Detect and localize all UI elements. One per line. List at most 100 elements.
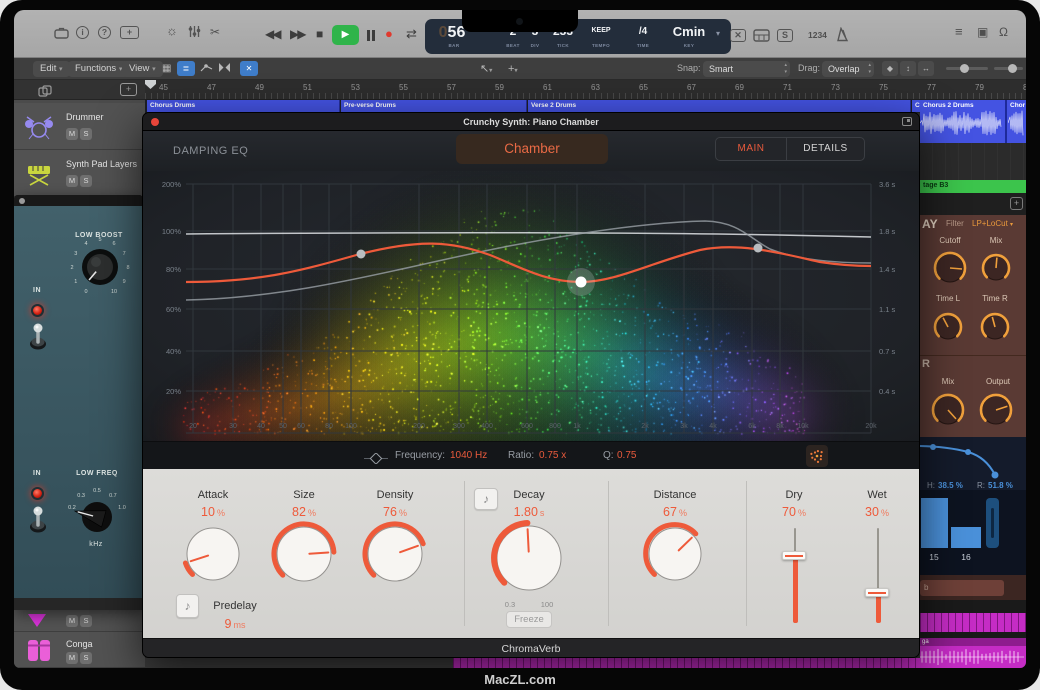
region-clip[interactable]: Chorus Drums: [147, 100, 340, 112]
size-value[interactable]: 82%: [264, 505, 344, 519]
region-chorus[interactable]: Chor: [1005, 100, 1026, 143]
region-clip[interactable]: Verse 2 Drums: [528, 100, 911, 112]
decay-knob[interactable]: [489, 518, 569, 603]
ruler-bar-number[interactable]: 57: [447, 83, 456, 92]
window-dot-icon[interactable]: [19, 198, 25, 204]
ruler-bar-number[interactable]: 67: [687, 83, 696, 92]
pointer-tool-icon[interactable]: ↖▾: [480, 62, 492, 78]
ruler-bar-number[interactable]: 71: [783, 83, 792, 92]
play-button[interactable]: ▶: [332, 25, 359, 45]
mute-button[interactable]: M: [66, 128, 78, 140]
step-bar[interactable]: [951, 527, 981, 548]
add-icon[interactable]: +: [1010, 197, 1023, 210]
ruler-bar-number[interactable]: 73: [831, 83, 840, 92]
low-boost-knob[interactable]: 012345678910: [65, 232, 135, 302]
decay-value[interactable]: 1.80s: [489, 505, 569, 519]
density-knob[interactable]: [360, 519, 430, 594]
attack-knob[interactable]: [179, 520, 247, 593]
freeze-button[interactable]: Freeze: [506, 611, 552, 628]
ruler-bar-number[interactable]: 75: [879, 83, 888, 92]
ruler-bar-number[interactable]: 47: [207, 83, 216, 92]
step-bar[interactable]: [921, 498, 948, 548]
reverb-visualizer[interactable]: 200%100%80%60%40%20%3.6 s1.8 s1.4 s1.1 s…: [143, 171, 920, 441]
vintage-eq-titlebar[interactable]: [14, 195, 143, 206]
grid-icon[interactable]: ▦: [162, 62, 171, 76]
loop-icon[interactable]: Ω: [999, 25, 1008, 39]
region-chorus2-drums[interactable]: Chorus 2 Drums Chor: [920, 100, 1026, 143]
solo-button[interactable]: S: [80, 652, 92, 664]
dial-icon[interactable]: ☼: [166, 24, 178, 38]
add-track-icon[interactable]: +: [120, 83, 137, 96]
zoom-slider-vertical[interactable]: [946, 67, 988, 70]
wet-slider-handle[interactable]: [865, 588, 889, 597]
ruler-bar-number[interactable]: 65: [639, 83, 648, 92]
predelay-value[interactable]: 9ms: [200, 617, 270, 631]
solo-icon[interactable]: S: [777, 29, 793, 42]
waveform-zoom-icon[interactable]: ◆: [882, 61, 898, 76]
time-l-knob[interactable]: [931, 310, 965, 349]
count-in-badge[interactable]: 1234: [808, 30, 827, 40]
solo-button[interactable]: S: [80, 615, 92, 627]
track-name[interactable]: Conga: [66, 639, 93, 649]
conga-region[interactable]: ga: [920, 638, 1026, 668]
info-icon[interactable]: i: [76, 26, 89, 39]
ruler-bar-number[interactable]: 81: [1023, 83, 1026, 92]
tab-main[interactable]: MAIN: [715, 137, 787, 161]
playhead[interactable]: [145, 80, 156, 89]
track-row-drummer[interactable]: Drummer MS: [14, 103, 145, 150]
record-icon[interactable]: ●: [385, 26, 393, 41]
ruler-bar-number[interactable]: 59: [495, 83, 504, 92]
region-vintage-b3[interactable]: tage B3: [920, 180, 1026, 193]
low-freq-knob[interactable]: 0.20.30.50.71.0: [55, 483, 139, 545]
wet-value[interactable]: 30%: [837, 505, 917, 519]
time-r-knob[interactable]: [978, 310, 1012, 349]
distance-knob[interactable]: [641, 520, 709, 593]
levels-icon[interactable]: [188, 25, 201, 41]
automation-icon[interactable]: [200, 62, 214, 79]
dry-value[interactable]: 70%: [754, 505, 834, 519]
display-icon[interactable]: ▣: [977, 25, 988, 39]
rewind-icon[interactable]: ◀◀: [265, 27, 279, 41]
cycle-icon[interactable]: ⇄: [406, 26, 417, 42]
magenta-region-strip[interactable]: [453, 658, 920, 668]
q-value[interactable]: 0.75: [617, 450, 636, 461]
catch-icon[interactable]: ✕: [240, 61, 258, 76]
bar-ruler[interactable]: 45474951535557596163656769717375777981: [145, 80, 1026, 100]
ruler-bar-number[interactable]: 45: [159, 83, 168, 92]
stop-icon[interactable]: ■: [316, 27, 323, 41]
track-name[interactable]: Drummer: [66, 112, 104, 122]
menu-edit[interactable]: Edit ▾: [33, 61, 70, 77]
region-clip[interactable]: Pre-verse Drums: [341, 100, 527, 112]
envelope-handle[interactable]: [992, 472, 999, 479]
display-add-icon[interactable]: +: [120, 26, 139, 39]
delay-mix-knob[interactable]: [979, 251, 1013, 290]
zoom-slider-horizontal[interactable]: [994, 67, 1023, 70]
track-row-synth-pad[interactable]: Synth Pad Layers MS: [14, 150, 145, 197]
track-row-conga[interactable]: Conga MS: [14, 632, 145, 668]
mute-button[interactable]: M: [66, 175, 78, 187]
mixer-mix-knob[interactable]: [929, 391, 967, 434]
toggle-switch[interactable]: [27, 321, 49, 356]
plus-tool-icon[interactable]: +▾: [508, 62, 517, 78]
frequency-value[interactable]: 1040 Hz: [450, 450, 487, 461]
ruler-bar-number[interactable]: 69: [735, 83, 744, 92]
distance-value[interactable]: 67%: [635, 505, 715, 519]
snap-select[interactable]: Smart▴▾: [703, 61, 790, 77]
vintage-eq-window[interactable]: LOW BOOST 012345678910 IN IN LOW FREQ 0.…: [14, 195, 143, 610]
bar-slider[interactable]: [986, 498, 999, 548]
mute-button[interactable]: M: [66, 652, 78, 664]
menu-view[interactable]: View ▾: [122, 61, 163, 77]
damping-eq-tab[interactable]: DAMPING EQ: [173, 145, 248, 157]
ruler-bar-number[interactable]: 77: [927, 83, 936, 92]
editor-icon[interactable]: ≣: [177, 61, 195, 76]
track-name[interactable]: Synth Pad Layers: [66, 159, 137, 169]
mute-button[interactable]: M: [66, 615, 78, 627]
link-icon[interactable]: [902, 117, 912, 126]
track-row-shaker[interactable]: MS: [14, 610, 145, 632]
cutoff-knob[interactable]: [931, 249, 969, 292]
ruler-bar-number[interactable]: 79: [975, 83, 984, 92]
output-knob[interactable]: [977, 391, 1015, 434]
attack-value[interactable]: 10%: [173, 505, 253, 519]
room-type-select[interactable]: Chamber: [456, 134, 608, 164]
magenta-region[interactable]: [920, 613, 1026, 632]
